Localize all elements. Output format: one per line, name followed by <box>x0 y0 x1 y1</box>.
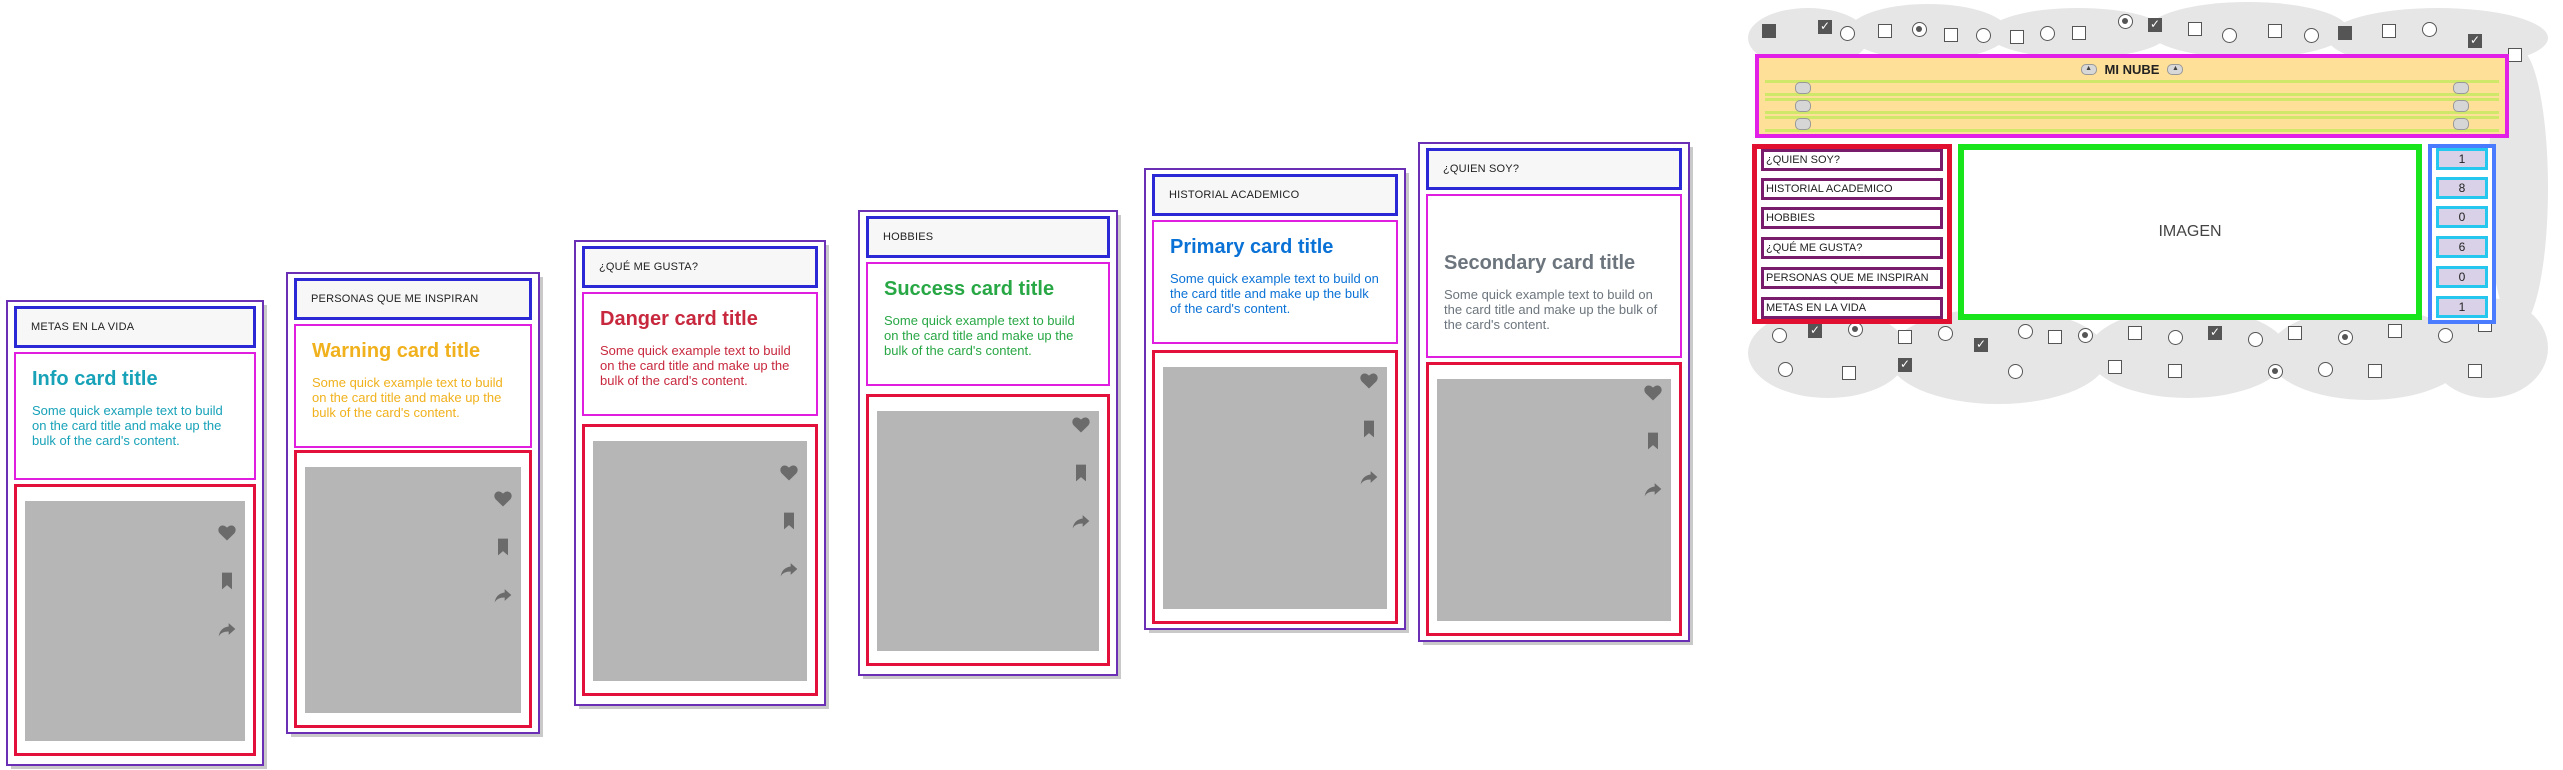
card-quien: ¿QUIEN SOY? Secondary card title Some qu… <box>1418 142 1690 642</box>
image-placeholder <box>1437 379 1671 621</box>
toggle-icon[interactable] <box>2453 118 2469 130</box>
share-icon[interactable] <box>1071 511 1091 533</box>
card-media <box>582 424 818 696</box>
heart-icon[interactable] <box>1359 371 1379 393</box>
card-media <box>1426 362 1682 636</box>
image-placeholder <box>593 441 807 681</box>
share-icon[interactable] <box>779 559 799 581</box>
card-body: Danger card title Some quick example tex… <box>582 292 818 416</box>
bookmark-icon[interactable] <box>1359 419 1379 441</box>
card-text: Some quick example text to build on the … <box>1170 271 1379 316</box>
card-media <box>294 450 532 728</box>
image-placeholder: IMAGEN <box>1958 144 2422 320</box>
toggle-icon[interactable] <box>2453 82 2469 94</box>
bookmark-icon[interactable] <box>217 571 237 593</box>
card-header: ¿QUÉ ME GUSTA? <box>582 246 818 288</box>
bookmark-icon[interactable] <box>1643 431 1663 453</box>
heart-icon[interactable] <box>1643 383 1663 405</box>
count-badge: 0 <box>2436 206 2488 228</box>
image-placeholder <box>305 467 521 713</box>
bookmark-icon[interactable] <box>1071 463 1091 485</box>
card-body: Info card title Some quick example text … <box>14 352 256 480</box>
card-title: Secondary card title <box>1444 252 1636 274</box>
menu-item-gusta[interactable]: ¿QUÉ ME GUSTA? <box>1761 237 1943 259</box>
header-strip <box>1765 98 2499 114</box>
card-gusta: ¿QUÉ ME GUSTA? Danger card title Some qu… <box>574 240 826 706</box>
card-title: Info card title <box>32 368 158 390</box>
heart-icon[interactable] <box>1071 415 1091 437</box>
expand-icon[interactable]: ▲ <box>2167 63 2184 75</box>
card-media <box>1152 350 1398 624</box>
toggle-icon[interactable] <box>2453 100 2469 112</box>
card-body: Warning card title Some quick example te… <box>294 324 532 448</box>
card-hobbies: HOBBIES Success card title Some quick ex… <box>858 210 1118 676</box>
card-title: Danger card title <box>600 308 758 330</box>
card-media <box>866 394 1110 666</box>
menu-item-hobbies[interactable]: HOBBIES <box>1761 207 1943 229</box>
count-badge: 0 <box>2436 266 2488 288</box>
header-strip <box>1765 116 2499 132</box>
card-body: Success card title Some quick example te… <box>866 262 1110 386</box>
count-badge: 8 <box>2436 177 2488 199</box>
image-placeholder <box>25 501 245 741</box>
header-strip <box>1765 80 2499 96</box>
mi-nube-counts: 1 8 0 6 0 1 <box>2428 144 2496 324</box>
heart-icon[interactable] <box>217 523 237 545</box>
card-body: Secondary card title Some quick example … <box>1426 194 1682 358</box>
card-title: Warning card title <box>312 340 481 362</box>
toggle-icon[interactable] <box>1795 118 1811 130</box>
share-icon[interactable] <box>1359 467 1379 489</box>
card-header: HOBBIES <box>866 216 1110 258</box>
share-icon[interactable] <box>1643 479 1663 501</box>
menu-item-quien-soy[interactable]: ¿QUIEN SOY? <box>1761 149 1943 171</box>
card-body: Primary card title Some quick example te… <box>1152 220 1398 344</box>
toggle-icon[interactable] <box>1795 100 1811 112</box>
card-text: Some quick example text to build on the … <box>884 313 1075 358</box>
share-icon[interactable] <box>217 619 237 641</box>
card-text: Some quick example text to build on the … <box>1444 287 1658 332</box>
card-header: ¿QUIEN SOY? <box>1426 148 1682 190</box>
card-text: Some quick example text to build on the … <box>32 403 223 448</box>
image-label: IMAGEN <box>2158 223 2222 240</box>
heart-icon[interactable] <box>779 463 799 485</box>
card-header: HISTORIAL ACADEMICO <box>1152 174 1398 216</box>
image-placeholder <box>877 411 1099 651</box>
card-personas: PERSONAS QUE ME INSPIRAN Warning card ti… <box>286 272 540 734</box>
image-placeholder <box>1163 367 1387 609</box>
menu-item-personas[interactable]: PERSONAS QUE ME INSPIRAN <box>1761 267 1943 289</box>
menu-item-metas[interactable]: METAS EN LA VIDA <box>1761 297 1943 319</box>
card-text: Some quick example text to build on the … <box>600 343 791 388</box>
menu-item-historial[interactable]: HISTORIAL ACADEMICO <box>1761 178 1943 200</box>
bookmark-icon[interactable] <box>493 537 513 559</box>
heart-icon[interactable] <box>493 489 513 511</box>
mi-nube-header: ▲ MI NUBE ▲ <box>1755 54 2509 138</box>
collapse-icon[interactable]: ▲ <box>2080 63 2097 75</box>
bookmark-icon[interactable] <box>779 511 799 533</box>
count-badge: 6 <box>2436 236 2488 258</box>
mi-nube-title: MI NUBE <box>2104 61 2160 77</box>
card-header: PERSONAS QUE ME INSPIRAN <box>294 278 532 320</box>
toggle-icon[interactable] <box>1795 82 1811 94</box>
card-media <box>14 484 256 756</box>
card-metas: METAS EN LA VIDA Info card title Some qu… <box>6 300 264 766</box>
card-text: Some quick example text to build on the … <box>312 375 503 420</box>
card-header: METAS EN LA VIDA <box>14 306 256 348</box>
count-badge: 1 <box>2436 148 2488 170</box>
count-badge: 1 <box>2436 296 2488 318</box>
card-historial: HISTORIAL ACADEMICO Primary card title S… <box>1144 168 1406 630</box>
card-title: Primary card title <box>1170 236 1334 258</box>
card-title: Success card title <box>884 278 1055 300</box>
share-icon[interactable] <box>493 585 513 607</box>
mi-nube-menu: ¿QUIEN SOY? HISTORIAL ACADEMICO HOBBIES … <box>1752 144 1952 324</box>
